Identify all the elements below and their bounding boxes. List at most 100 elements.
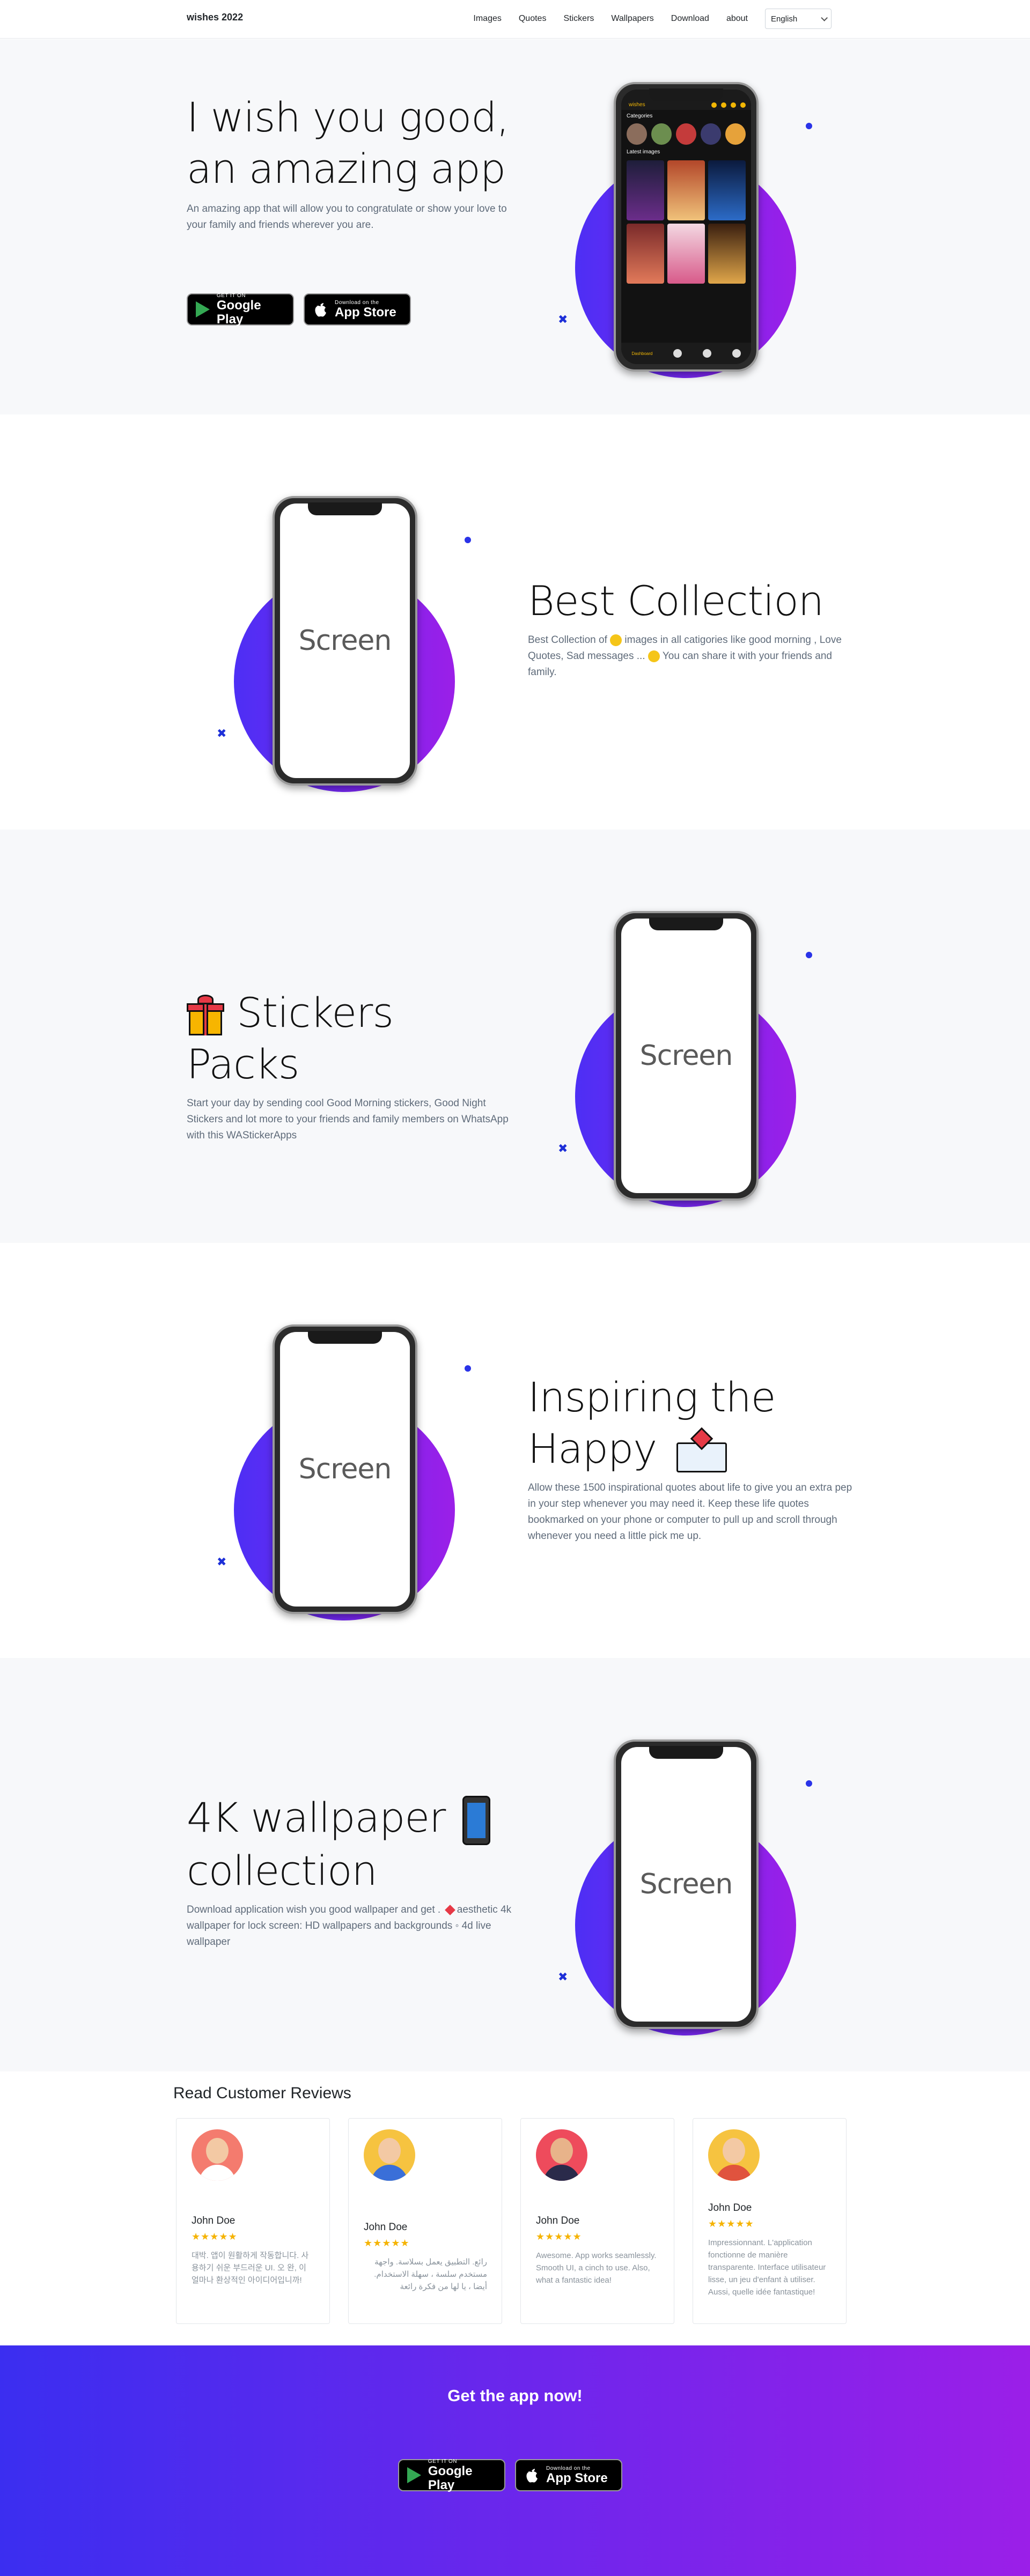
screen-placeholder: Screen xyxy=(639,1040,733,1072)
brand-logo[interactable]: wishes 2022 xyxy=(187,12,243,23)
nav-link-stickers[interactable]: Stickers xyxy=(563,14,594,24)
app-bottom-label: Dashboard xyxy=(631,351,653,356)
feature4-description: Download application wish you good wallp… xyxy=(187,1902,514,1950)
feature3-title: Inspiring the Happy xyxy=(528,1372,855,1475)
cta-title: Get the app now! xyxy=(447,2386,583,2405)
google-play-big: Google Play xyxy=(428,2463,473,2492)
avatar xyxy=(192,2129,243,2181)
decor-dot xyxy=(806,1780,812,1787)
feature-best-collection: ✖ Screen Best Collection Best Collection… xyxy=(0,414,1030,830)
top-navbar: wishes 2022 Images Quotes Stickers Wallp… xyxy=(0,0,1030,39)
star-rating: ★★★★★ xyxy=(192,2231,238,2242)
hero-phone-visual: ✖ wishes Categories Latest images Dashbo… xyxy=(558,82,812,382)
review-card: John Doe ★★★★★ 대박. 앱이 원활하게 작동합니다. 사용하기 쉬… xyxy=(176,2118,330,2324)
feature1-description: Best Collection of images in all catigor… xyxy=(528,632,850,680)
reviewer-name: John Doe xyxy=(364,2222,408,2233)
decor-cross-icon: ✖ xyxy=(558,313,568,326)
app-store-big: App Store xyxy=(335,305,396,320)
feature-inspiring: ✖ Screen Inspiring the Happy Allow these… xyxy=(0,1243,1030,1658)
decor-cross-icon: ✖ xyxy=(558,1970,568,1983)
smile-emoji-icon xyxy=(648,650,660,662)
screen-placeholder: Screen xyxy=(639,1868,733,1900)
star-rating: ★★★★★ xyxy=(708,2218,754,2229)
avatar xyxy=(708,2129,760,2181)
star-rating: ★★★★★ xyxy=(536,2231,582,2242)
hero-title-line2: an amazing app xyxy=(187,145,506,193)
google-play-big: Google Play xyxy=(216,298,261,327)
feature1-text: Best Collection Best Collection of image… xyxy=(528,575,855,680)
feature4-title-line1: 4K wallpaper xyxy=(187,1794,446,1841)
gift-emoji-icon xyxy=(187,995,224,1037)
review-card: John Doe ★★★★★ رائع. التطبيق يعمل بسلاسة… xyxy=(348,2118,502,2324)
feature1-desc-a: Best Collection of xyxy=(528,634,607,646)
phone-mockup: wishes Categories Latest images Dashboar… xyxy=(614,82,759,372)
love-letter-emoji-icon xyxy=(676,1427,727,1472)
feature4-title-line2: collection xyxy=(187,1847,378,1894)
app-latest-title: Latest images xyxy=(627,149,660,155)
star-rating: ★★★★★ xyxy=(364,2238,410,2248)
feature3-description: Allow these 1500 inspirational quotes ab… xyxy=(528,1482,852,1542)
feature3-text: Inspiring the Happy Allow these 1500 ins… xyxy=(528,1372,855,1544)
decor-cross-icon: ✖ xyxy=(558,1142,568,1155)
google-play-icon xyxy=(406,2466,423,2484)
feature3-title-line1: Inspiring the xyxy=(528,1373,776,1421)
reviewer-name: John Doe xyxy=(708,2202,752,2214)
review-text: 대박. 앱이 원활하게 작동합니다. 사용하기 쉬운 부드러운 UI. 오 완,… xyxy=(192,2251,309,2285)
avatar xyxy=(536,2129,587,2181)
reviewer-name: John Doe xyxy=(536,2215,580,2226)
language-select[interactable]: English xyxy=(765,9,832,29)
app-store-button[interactable]: Download on the App Store xyxy=(515,2459,622,2491)
app-store-button[interactable]: Download on the App Store xyxy=(304,293,411,325)
screen-placeholder: Screen xyxy=(298,1453,392,1485)
review-card: John Doe ★★★★★ Awesome. App works seamle… xyxy=(520,2118,674,2324)
decor-dot xyxy=(806,952,812,958)
app-header-title: wishes xyxy=(629,102,645,108)
google-play-icon xyxy=(194,300,211,319)
feature-stickers: Stickers Packs Start your day by sending… xyxy=(0,830,1030,1243)
chevron-down-icon xyxy=(821,14,828,21)
cta-section: Get the app now! GET IT ON Google Play D… xyxy=(0,2345,1030,2576)
review-text: Impressionnant. L'application fonctionne… xyxy=(708,2238,826,2297)
google-play-button[interactable]: GET IT ON Google Play xyxy=(187,292,294,327)
google-play-button[interactable]: GET IT ON Google Play xyxy=(398,2458,505,2492)
review-text: Awesome. App works seamlessly. Smooth UI… xyxy=(536,2251,657,2285)
reviews-title: Read Customer Reviews xyxy=(173,2084,351,2102)
nav-link-images[interactable]: Images xyxy=(473,14,501,24)
feature1-phone-visual: ✖ Screen xyxy=(217,496,471,796)
review-text: رائع. التطبيق يعمل بسلاسة. واجهة مستخدم … xyxy=(374,2257,487,2291)
phone-mockup: Screen xyxy=(273,1324,417,1614)
nav-menu: Images Quotes Stickers Wallpapers Downlo… xyxy=(473,9,832,29)
mobile-phone-emoji-icon xyxy=(462,1796,490,1845)
feature3-phone-visual: ✖ Screen xyxy=(217,1324,471,1625)
google-play-small: GET IT ON xyxy=(216,292,246,299)
nav-link-about[interactable]: about xyxy=(726,14,748,24)
cta-store-buttons: GET IT ON Google Play Download on the Ap… xyxy=(398,2458,622,2492)
feature4-title: 4K wallpaper collection xyxy=(187,1792,514,1897)
hero-title: I wish you good, an amazing app xyxy=(187,92,514,195)
reviews-list: John Doe ★★★★★ 대박. 앱이 원활하게 작동합니다. 사용하기 쉬… xyxy=(176,2118,847,2324)
app-store-small: Download on the xyxy=(546,2465,591,2471)
review-card: John Doe ★★★★★ Impressionnant. L'applica… xyxy=(693,2118,847,2324)
feature-wallpapers: 4K wallpaper collection Download applica… xyxy=(0,1658,1030,2071)
feature4-text: 4K wallpaper collection Download applica… xyxy=(187,1792,514,1950)
apple-icon xyxy=(311,300,329,319)
reviewer-name: John Doe xyxy=(192,2215,236,2226)
app-categories-title: Categories xyxy=(627,113,653,119)
decor-dot xyxy=(806,123,812,129)
decor-dot xyxy=(465,1365,471,1372)
hero-store-buttons: GET IT ON Google Play Download on the Ap… xyxy=(187,292,411,327)
decor-dot xyxy=(465,537,471,543)
feature1-title: Best Collection xyxy=(528,577,824,625)
nav-link-wallpapers[interactable]: Wallpapers xyxy=(611,14,653,24)
feature4-desc-a: Download application wish you good wallp… xyxy=(187,1904,441,1915)
phone-mockup: Screen xyxy=(614,1739,759,2029)
apple-icon xyxy=(523,2466,541,2484)
nav-link-download[interactable]: Download xyxy=(671,14,709,24)
nav-link-quotes[interactable]: Quotes xyxy=(519,14,547,24)
phone-mockup: Screen xyxy=(614,911,759,1201)
decor-cross-icon: ✖ xyxy=(217,727,227,740)
google-play-small: GET IT ON xyxy=(428,2458,458,2464)
decor-cross-icon: ✖ xyxy=(217,1555,227,1568)
app-store-big: App Store xyxy=(546,2470,608,2485)
hero-description: An amazing app that will allow you to co… xyxy=(187,203,507,231)
